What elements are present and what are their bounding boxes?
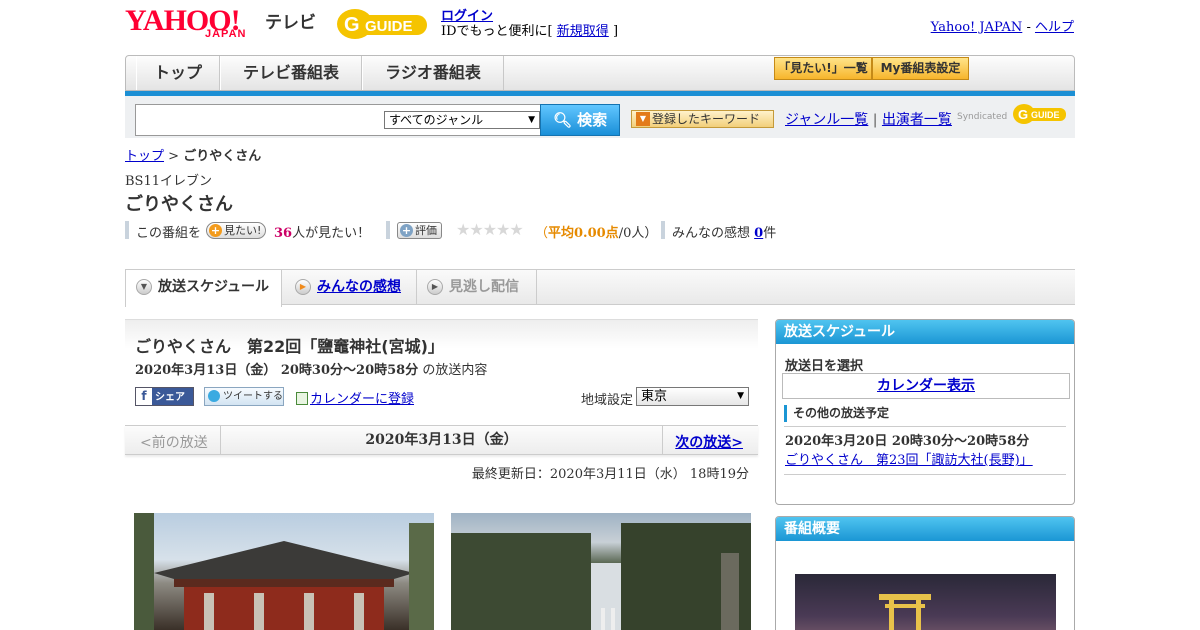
signup-link[interactable]: 新規取得	[557, 24, 609, 39]
play-icon: ▶	[427, 279, 443, 295]
play-icon: ▶	[295, 279, 311, 295]
overview-sidebox-header: 番組概要	[776, 517, 1074, 541]
rate-button[interactable]: + 評価	[397, 222, 442, 239]
registered-keyword-button[interactable]: ▼ 登録したキーワード	[631, 110, 774, 128]
svg-text:G: G	[344, 14, 360, 36]
prev-broadcast: <前の放送	[140, 435, 208, 451]
main-nav: トップ テレビ番組表 ラジオ番組表 「見たい!」一覧 My番組表設定	[125, 55, 1075, 91]
svg-text:GUIDE: GUIDE	[1031, 110, 1060, 120]
want-button[interactable]: + 見たい!	[206, 222, 267, 239]
nav-tab-top[interactable]: トップ	[136, 56, 220, 90]
divider	[125, 221, 129, 239]
search-button[interactable]: 🔍︎ 検索	[540, 104, 620, 136]
impressions-count: みんなの感想 0件	[672, 226, 777, 241]
pager-date: 2020年3月13日（金）	[220, 426, 663, 454]
schedule-sidebox-header: 放送スケジュール	[776, 320, 1074, 344]
star-icon: ★★★★★	[456, 220, 524, 239]
search-links: ジャンル一覧 | 出演者一覧	[785, 112, 952, 128]
nav-tab-tv-guide[interactable]: テレビ番組表	[220, 56, 362, 90]
program-tabs: ▼ 放送スケジュール ▶ みんなの感想 ▶ 見逃し配信	[125, 269, 1075, 307]
divider	[784, 426, 1066, 427]
chevron-down-icon: ▼	[737, 391, 744, 401]
syndicated-label: Syndicated	[957, 112, 1008, 122]
region-select[interactable]: 東京 ▼	[636, 387, 749, 406]
genre-select[interactable]: すべてのジャンル ▼	[384, 111, 540, 129]
chevron-down-icon: ▼	[528, 115, 535, 125]
next-broadcast-link[interactable]: 次の放送>	[675, 432, 743, 452]
tab-impressions[interactable]: ▶ みんなの感想	[285, 270, 417, 305]
last-updated: 最終更新日：2020年3月11日（水） 18時19分	[471, 467, 749, 482]
tweet-button[interactable]: ツイートする	[204, 387, 284, 406]
other-broadcast-link[interactable]: ごりやくさん 第23回「諏訪大社(長野)」	[785, 449, 1033, 468]
divider	[661, 221, 665, 239]
other-broadcasts-label: その他の放送予定	[784, 405, 889, 422]
broadcast-pager: <前の放送 2020年3月13日（金） 次の放送>	[125, 425, 758, 455]
gguide-logo: G GUIDE	[337, 9, 427, 39]
search-icon: 🔍︎	[552, 111, 572, 129]
forest-illustration	[451, 523, 751, 630]
performer-list-link[interactable]: 出演者一覧	[882, 112, 952, 128]
plus-icon: +	[400, 224, 413, 237]
want-list-button[interactable]: 「見たい!」一覧	[774, 57, 872, 80]
my-guide-settings-button[interactable]: My番組表設定	[872, 57, 969, 80]
episode-photo-shrine	[134, 513, 434, 630]
facebook-icon: f	[136, 388, 152, 405]
tab-catchup: ▶ 見逃し配信	[417, 270, 537, 305]
station-name: BS11イレブン	[125, 174, 213, 189]
select-date-label: 放送日を選択	[785, 359, 864, 374]
svg-text:GUIDE: GUIDE	[365, 18, 413, 35]
this-program-label: この番組を	[136, 226, 202, 241]
help-link[interactable]: ヘルプ	[1035, 20, 1074, 35]
top-right-links: Yahoo! JAPAN - ヘルプ	[930, 20, 1074, 35]
overview-sidebox: 番組概要	[775, 516, 1075, 630]
shrine-illustration	[134, 513, 434, 630]
login-note: IDでもっと便利に[ 新規取得 ]	[441, 24, 619, 39]
divider	[386, 221, 390, 239]
tv-logo-text[interactable]: テレビ	[265, 8, 316, 33]
want-count-text: 36人が見たい！	[274, 226, 371, 241]
gguide-small-logo: G GUIDE	[1013, 104, 1066, 124]
overview-image	[795, 574, 1056, 630]
twitter-icon	[208, 390, 220, 402]
schedule-sidebox: 放送スケジュール 放送日を選択 カレンダー表示 その他の放送予定 2020年3月…	[775, 319, 1075, 505]
calendar-display-button[interactable]: カレンダー表示	[782, 373, 1070, 399]
breadcrumb: トップ > ごりやくさん	[125, 149, 262, 164]
other-broadcast-date: 2020年3月20日 20時30分～20時58分	[785, 434, 1030, 449]
tab-schedule[interactable]: ▼ 放送スケジュール	[125, 270, 282, 307]
episode-datetime: 2020年3月13日（金） 20時30分～20時58分 の放送内容	[135, 363, 488, 378]
chevron-down-icon: ▼	[136, 279, 152, 295]
average-rating: （平均0.00点/0人）	[535, 226, 658, 241]
breadcrumb-current: ごりやくさん	[183, 149, 262, 164]
svg-text:G: G	[1018, 107, 1028, 122]
episode-title: ごりやくさん 第22回「鹽竈神社(宮城)」	[135, 337, 444, 356]
breadcrumb-top-link[interactable]: トップ	[125, 149, 164, 164]
add-to-calendar-link[interactable]: カレンダーに登録	[296, 388, 414, 407]
episode-photo-forest	[451, 513, 751, 630]
torii-icon	[879, 594, 931, 630]
region-label: 地域設定	[581, 393, 634, 408]
facebook-share-button[interactable]: f シェア	[135, 387, 194, 406]
nav-tab-radio-guide[interactable]: ラジオ番組表	[362, 56, 504, 90]
program-stats: この番組を + 見たい! 36人が見たい！ + 評価 ★★★★★ （平均0.00点/…	[125, 220, 825, 241]
divider	[784, 474, 1066, 475]
plus-icon: +	[209, 224, 222, 237]
impressions-count-link[interactable]: 0	[754, 226, 763, 241]
yahoo-japan-link[interactable]: Yahoo! JAPAN	[931, 20, 1023, 35]
chevron-down-icon: ▼	[636, 112, 650, 126]
program-title: ごりやくさん	[125, 194, 233, 215]
genre-list-link[interactable]: ジャンル一覧	[785, 112, 868, 128]
yahoo-japan-wordmark: JAPAN	[205, 28, 247, 40]
calendar-icon	[296, 392, 308, 405]
